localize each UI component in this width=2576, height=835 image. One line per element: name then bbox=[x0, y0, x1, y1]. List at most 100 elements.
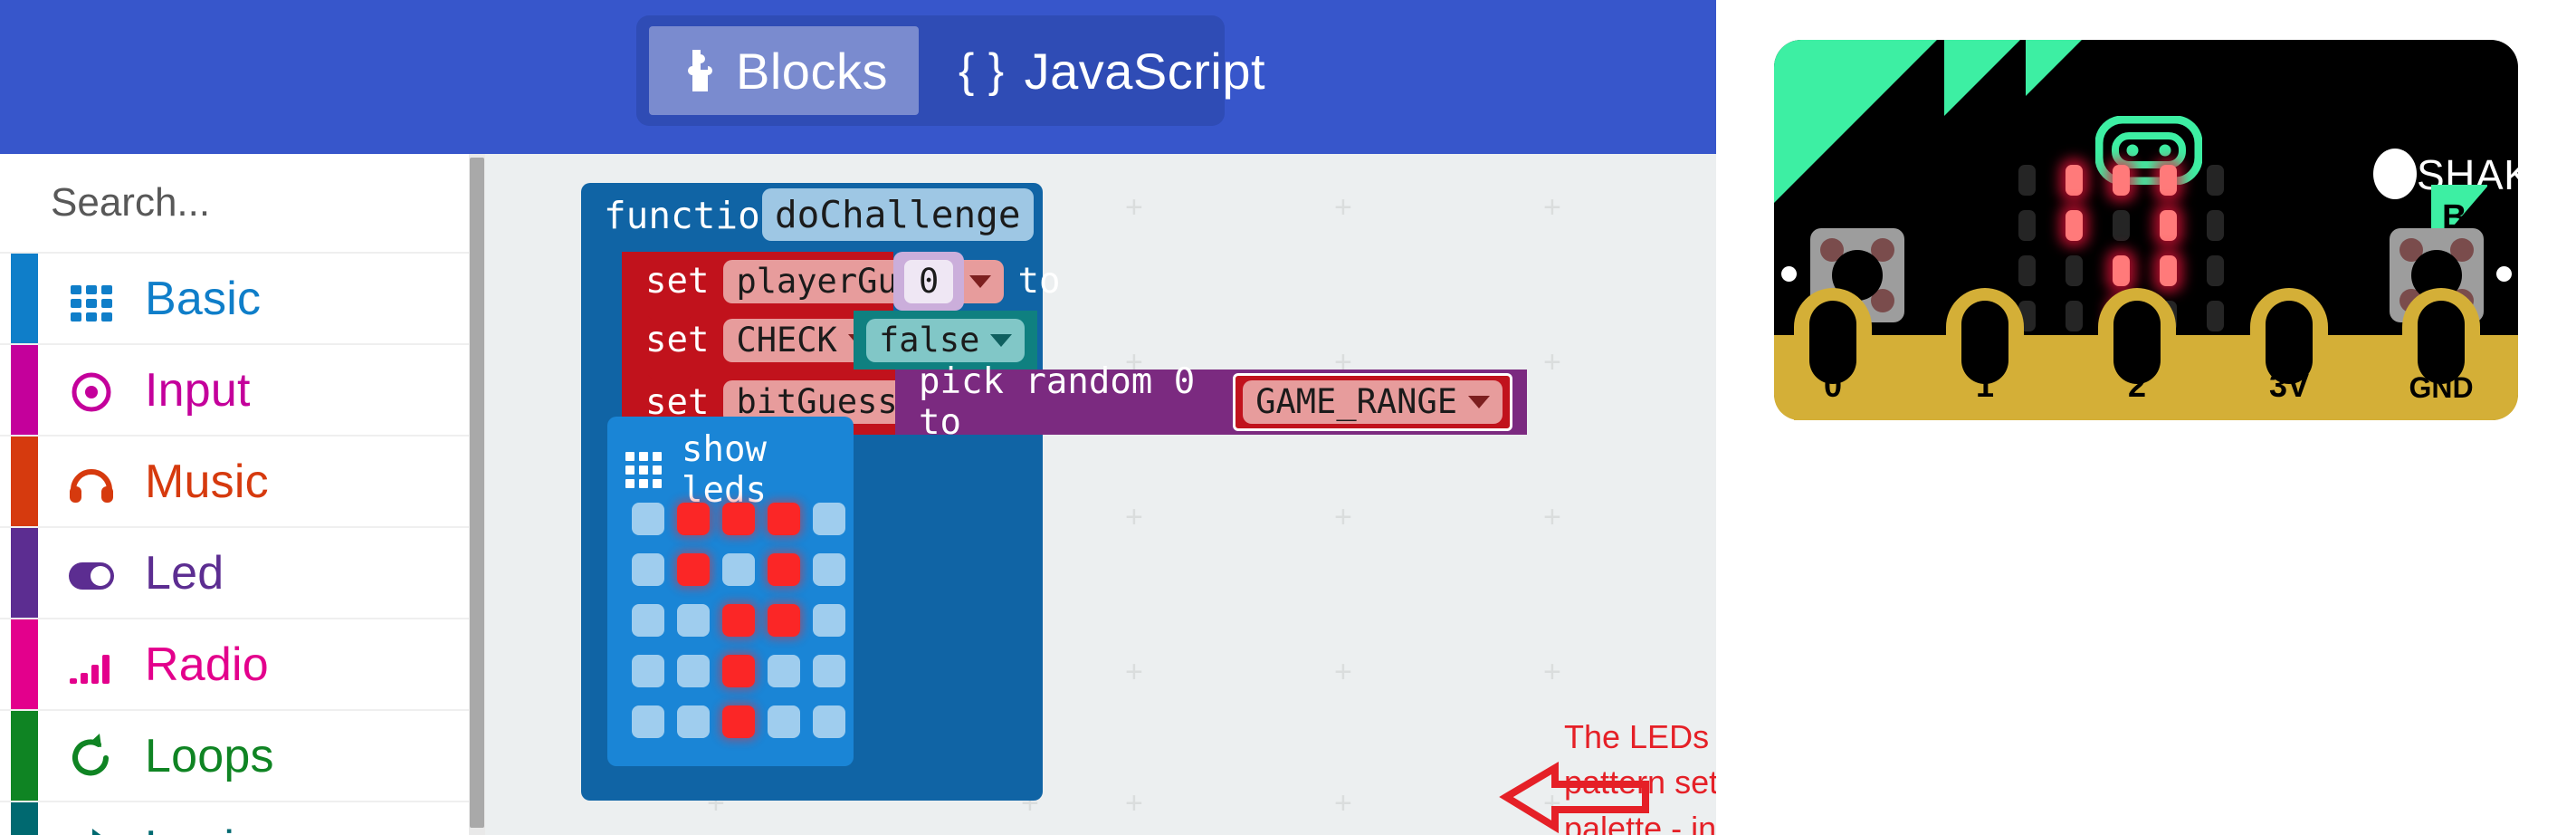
function-block[interactable]: function doChallenge set playerGuess to bbox=[581, 183, 1527, 801]
pin-label: GND bbox=[2409, 371, 2474, 404]
makecode-editor: Blocks { } JavaScript Search... Basic In… bbox=[0, 0, 2576, 835]
curly-braces-icon: { } bbox=[958, 44, 1005, 97]
led-cell-0-1[interactable] bbox=[677, 503, 710, 535]
sim-led-0-4 bbox=[2206, 165, 2224, 196]
led-cell-1-4[interactable] bbox=[813, 553, 845, 586]
sidebar-item-loops[interactable]: Loops bbox=[0, 709, 469, 801]
chevron-down-icon bbox=[1468, 396, 1490, 408]
led-cell-1-3[interactable] bbox=[768, 553, 800, 586]
sim-led-1-2 bbox=[2112, 210, 2130, 241]
led-cell-2-3[interactable] bbox=[768, 604, 800, 637]
pick-random-label: pick random 0 to bbox=[919, 361, 1196, 443]
sim-led-1-0 bbox=[2018, 210, 2036, 241]
set-playerguess-block[interactable]: set playerGuess to 0 bbox=[622, 252, 1060, 311]
sidebar-item-music[interactable]: Music bbox=[0, 435, 469, 526]
sidebar-item-led[interactable]: Led bbox=[0, 526, 469, 618]
blocks-workspace[interactable]: + + + + + + + + + + + + + + + + + + + + … bbox=[485, 154, 1716, 835]
led-cell-1-2[interactable] bbox=[722, 553, 755, 586]
number-slot[interactable]: 0 bbox=[893, 252, 965, 311]
sim-led-1-4 bbox=[2206, 210, 2224, 241]
tab-blocks[interactable]: Blocks bbox=[649, 26, 919, 115]
led-cell-1-1[interactable] bbox=[677, 553, 710, 586]
sidebar-item-logic[interactable]: Logic bbox=[0, 801, 469, 835]
block-notch bbox=[647, 370, 692, 379]
led-cell-2-4[interactable] bbox=[813, 604, 845, 637]
led-cell-2-1[interactable] bbox=[677, 604, 710, 637]
led-cell-3-3[interactable] bbox=[768, 655, 800, 687]
led-cell-4-0[interactable] bbox=[632, 705, 664, 738]
variable-dropdown-gamerange[interactable]: GAME_RANGE bbox=[1243, 380, 1503, 424]
led-cell-4-2[interactable] bbox=[722, 705, 755, 738]
led-cell-0-4[interactable] bbox=[813, 503, 845, 535]
function-name-field[interactable]: doChallenge bbox=[762, 188, 1034, 241]
pin-0[interactable]: 0 bbox=[1794, 288, 1872, 420]
pin-gnd[interactable]: GND bbox=[2402, 288, 2480, 420]
shake-indicator-icon[interactable] bbox=[2373, 149, 2417, 199]
led-cell-3-4[interactable] bbox=[813, 655, 845, 687]
sidebar-item-basic[interactable]: Basic bbox=[0, 252, 469, 343]
refresh-icon bbox=[65, 730, 118, 782]
tab-javascript[interactable]: { } JavaScript bbox=[928, 26, 1296, 115]
led-cell-1-0[interactable] bbox=[632, 553, 664, 586]
led-cell-3-1[interactable] bbox=[677, 655, 710, 687]
grid-mark: + bbox=[1543, 190, 1561, 225]
led-pattern-grid[interactable] bbox=[628, 494, 849, 747]
led-cell-4-3[interactable] bbox=[768, 705, 800, 738]
category-stripe bbox=[11, 711, 38, 801]
signal-bars-icon bbox=[65, 638, 118, 691]
block-notch bbox=[647, 252, 692, 262]
number-value[interactable]: 0 bbox=[904, 259, 954, 303]
sim-led-0-3 bbox=[2159, 165, 2177, 196]
led-cell-2-0[interactable] bbox=[632, 604, 664, 637]
led-cell-0-3[interactable] bbox=[768, 503, 800, 535]
pick-random-block[interactable]: pick random 0 to GAME_RANGE bbox=[895, 361, 1527, 443]
pin-2[interactable]: 2 bbox=[2098, 288, 2176, 420]
led-cell-2-2[interactable] bbox=[722, 604, 755, 637]
target-icon bbox=[65, 364, 118, 417]
sidebar-item-label: Radio bbox=[145, 638, 269, 691]
sim-led-1-1 bbox=[2065, 210, 2083, 241]
grid-mark: + bbox=[1334, 500, 1352, 534]
game-range-variable-block[interactable]: GAME_RANGE bbox=[1233, 373, 1512, 431]
led-cell-4-1[interactable] bbox=[677, 705, 710, 738]
led-cell-3-2[interactable] bbox=[722, 655, 755, 687]
function-keyword: function bbox=[604, 194, 783, 237]
headphones-icon bbox=[65, 456, 118, 508]
chevron-down-icon bbox=[968, 274, 991, 288]
grid-mark: + bbox=[1125, 655, 1143, 689]
category-stripe bbox=[11, 802, 38, 835]
toggle-icon bbox=[65, 547, 118, 600]
pin-3v[interactable]: 3V bbox=[2250, 288, 2328, 420]
sidebar-item-label: Loops bbox=[145, 729, 274, 782]
led-cell-3-0[interactable] bbox=[632, 655, 664, 687]
pin-label: 3V bbox=[2268, 367, 2310, 404]
logic-icon bbox=[65, 821, 118, 835]
sim-led-1-3 bbox=[2159, 210, 2177, 241]
led-cell-0-2[interactable] bbox=[722, 503, 755, 535]
sidebar-item-radio[interactable]: Radio bbox=[0, 618, 469, 709]
sim-led-2-3 bbox=[2159, 255, 2177, 286]
editor-header: Blocks { } JavaScript bbox=[0, 0, 1716, 154]
category-stripe bbox=[11, 619, 38, 709]
pin-1[interactable]: 1 bbox=[1946, 288, 2024, 420]
show-leds-block[interactable]: show leds bbox=[607, 417, 854, 766]
toolbox-sidebar: Basic Input bbox=[0, 154, 615, 835]
grid-mark: + bbox=[1125, 500, 1143, 534]
grid-icon bbox=[625, 452, 662, 488]
sidebar-scrollbar-thumb[interactable] bbox=[470, 158, 484, 828]
grid-mark: + bbox=[1125, 786, 1143, 821]
grid-icon bbox=[65, 273, 118, 325]
side-marker-right bbox=[2496, 266, 2512, 282]
led-cell-4-4[interactable] bbox=[813, 705, 845, 738]
puzzle-piece-icon bbox=[680, 50, 716, 91]
view-tab-group: Blocks { } JavaScript bbox=[636, 15, 1265, 126]
sidebar-item-label: Logic bbox=[145, 821, 258, 835]
category-stripe bbox=[11, 528, 38, 618]
tab-javascript-label: JavaScript bbox=[1024, 42, 1266, 100]
sidebar-item-input[interactable]: Input bbox=[0, 343, 469, 435]
grid-mark: + bbox=[1543, 500, 1561, 534]
boolean-dropdown[interactable]: false bbox=[866, 318, 1026, 362]
sim-led-0-1 bbox=[2065, 165, 2083, 196]
sim-led-2-1 bbox=[2065, 255, 2083, 286]
led-cell-0-0[interactable] bbox=[632, 503, 664, 535]
